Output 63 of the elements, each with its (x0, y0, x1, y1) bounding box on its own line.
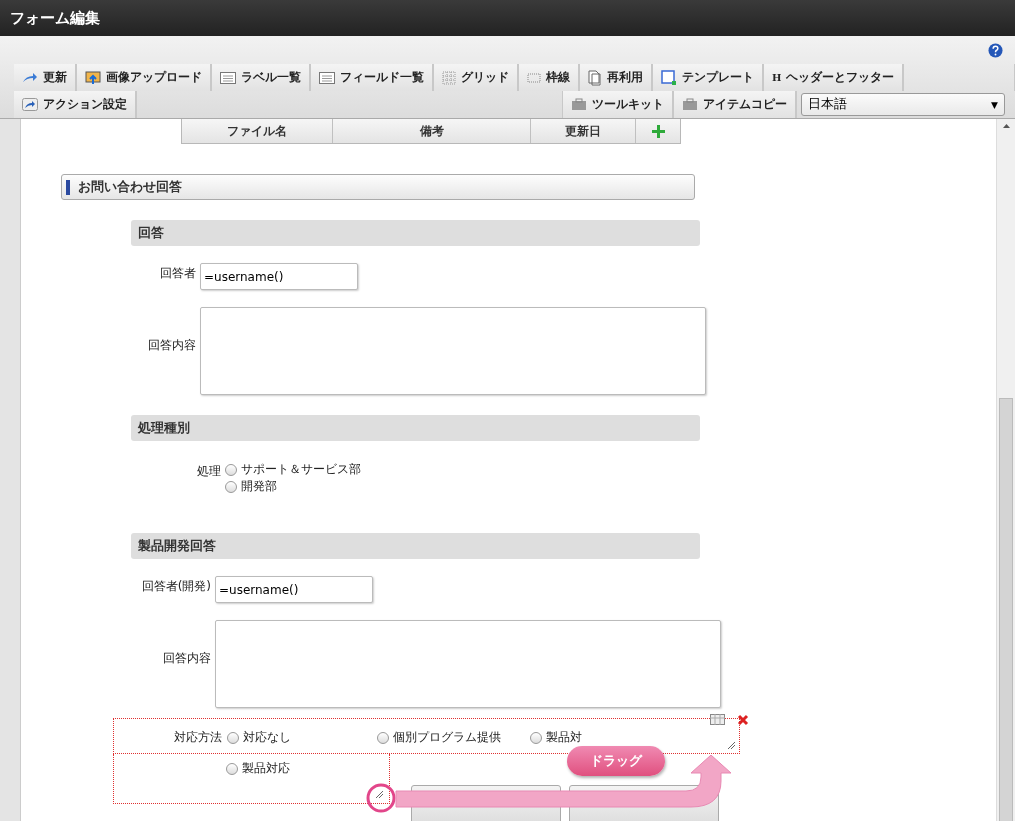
toolbar-tab[interactable]: フィールド一覧 (311, 64, 434, 91)
radio-button[interactable] (227, 731, 239, 744)
scrollbar-thumb[interactable] (999, 398, 1013, 821)
subsection-title: 回答 (138, 224, 164, 242)
image-upload-icon (85, 70, 101, 85)
radio-button[interactable] (530, 731, 542, 744)
table-icon[interactable] (710, 714, 725, 725)
toolbar-tab[interactable]: アイテムコピー (674, 91, 797, 118)
drag-balloon: ドラッグ (567, 746, 665, 776)
help-icon[interactable] (988, 42, 1003, 58)
radio-option[interactable]: 製品対応 (226, 760, 389, 777)
radio-button[interactable] (225, 463, 237, 476)
field-label: 対応方法 (173, 729, 222, 746)
toolbar-tab[interactable]: 枠線 (519, 64, 580, 91)
section-title: お問い合わせ回答 (78, 178, 182, 196)
grid-icon (442, 70, 456, 85)
subsection-title: 製品開発回答 (138, 537, 216, 555)
radio-button[interactable] (225, 480, 237, 493)
field-label: 回答内容 (162, 650, 211, 667)
share-icon (22, 98, 38, 111)
column-header: 備考 (333, 119, 531, 143)
radio-option[interactable]: 製品対 (530, 729, 650, 746)
add-icon[interactable] (651, 124, 665, 138)
radio-button[interactable] (226, 762, 238, 775)
radio-option[interactable]: 対応なし (227, 729, 377, 746)
field-label: 回答内容 (147, 337, 196, 354)
text-area[interactable] (200, 307, 706, 395)
column-header: ファイル名 (182, 119, 334, 143)
radio-option[interactable]: サポート＆サービス部 (225, 461, 361, 478)
radio-option[interactable]: 開発部 (225, 478, 361, 495)
arrow-icon (22, 71, 38, 84)
language-select[interactable]: 日本語 ▼ (801, 93, 1005, 116)
toolbar-tab[interactable]: アクション設定 (14, 91, 137, 118)
toolbar-tab[interactable]: H ヘッダーとフッター (764, 64, 905, 91)
list-icon (220, 71, 236, 84)
template-icon (661, 69, 677, 86)
close-icon[interactable] (737, 714, 749, 726)
field-label: 回答者(開発) (140, 578, 211, 595)
field-label: 回答者 (159, 265, 196, 282)
input-field[interactable]: =username() (215, 576, 373, 603)
text-area[interactable] (215, 620, 721, 708)
radio-button[interactable] (377, 731, 389, 744)
toolbar-tab[interactable]: ラベル一覧 (212, 64, 311, 91)
subsection-title: 処理種別 (138, 419, 190, 437)
list-icon (319, 71, 335, 84)
column-header: 更新日 (530, 119, 637, 143)
resize-handle-icon[interactable] (728, 742, 735, 749)
window-title: フォーム編集 (10, 8, 100, 28)
toolbar-tab[interactable]: 画像アップロード (77, 64, 212, 91)
briefcase-icon (682, 98, 698, 111)
document-icon (588, 69, 602, 86)
input-field[interactable]: =username() (200, 263, 358, 290)
toolbar-tab[interactable]: 更新 (14, 64, 77, 91)
scroll-up-icon[interactable] (1002, 124, 1010, 128)
toolbar-tab[interactable]: ツールキット (562, 91, 674, 118)
border-icon (527, 72, 541, 83)
resize-handle-icon[interactable] (376, 791, 383, 798)
toolbar-tab[interactable]: テンプレート (653, 64, 764, 91)
radio-option[interactable]: 個別プログラム提供 (377, 729, 530, 746)
toolbar-tab[interactable]: グリッド (434, 64, 519, 91)
toolbar-tab[interactable]: 再利用 (580, 64, 653, 91)
field-label: 処理 (196, 463, 221, 480)
briefcase-icon (571, 98, 587, 111)
